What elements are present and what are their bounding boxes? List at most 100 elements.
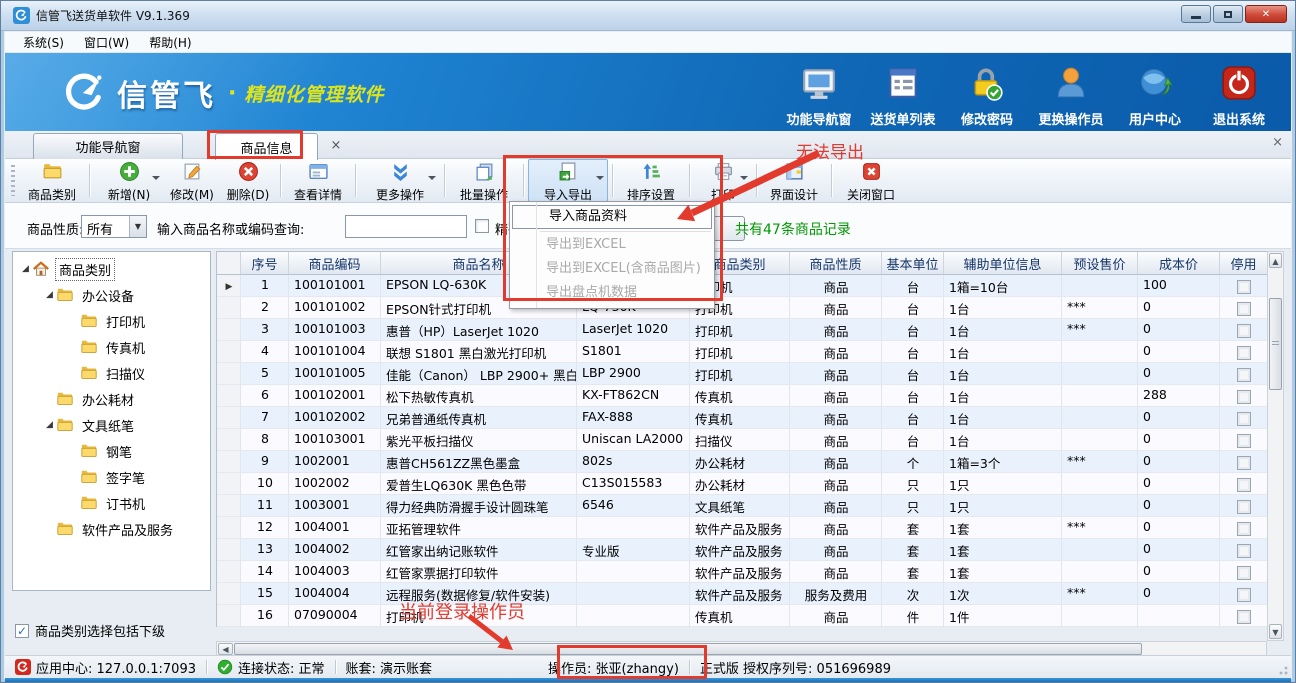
- disabled-checkbox[interactable]: [1237, 324, 1251, 338]
- table-row[interactable]: 1607090004打印机传真机商品件1件: [217, 605, 1267, 627]
- expander-icon[interactable]: ◢: [43, 420, 56, 430]
- expander-icon[interactable]: ◢: [19, 264, 32, 274]
- tree-item-pen[interactable]: 钢笔: [13, 438, 210, 464]
- restore-button[interactable]: [1213, 5, 1243, 23]
- column-header[interactable]: 辅助单位信息: [944, 252, 1062, 274]
- nav-window-button[interactable]: 功能导航窗: [777, 61, 861, 131]
- disabled-checkbox[interactable]: [1237, 412, 1251, 426]
- table-row[interactable]: 151004004远程服务(数据修复/软件安装)软件产品及服务服务及费用次1次*…: [217, 583, 1267, 605]
- close-window-button[interactable]: 关闭窗口: [836, 159, 906, 202]
- table-row[interactable]: 6100102001松下热敏传真机KX-FT862CN传真机商品台1台288: [217, 385, 1267, 407]
- table-row[interactable]: 5100101005佳能（Canon） LBP 2900+ 黑白激光打LBP 2…: [217, 363, 1267, 385]
- disabled-checkbox[interactable]: [1237, 522, 1251, 536]
- search-input[interactable]: [345, 215, 467, 238]
- table-cell: S1801: [577, 341, 690, 362]
- disabled-checkbox[interactable]: [1237, 456, 1251, 470]
- table-cell: 802s: [577, 451, 690, 472]
- table-row[interactable]: 121004001亚拓管理软件软件产品及服务商品套1套***0: [217, 517, 1267, 539]
- edit-button[interactable]: 修改(M): [164, 159, 220, 202]
- minimize-button[interactable]: [1181, 5, 1211, 23]
- row-marker: [217, 583, 241, 604]
- tree-item-fax[interactable]: 传真机: [13, 334, 210, 360]
- column-header[interactable]: 商品编码: [289, 252, 381, 274]
- table-row[interactable]: 111003001得力经典防滑握手设计圆珠笔6546文具纸笔商品只1只0: [217, 495, 1267, 517]
- delete-button[interactable]: 删除(D): [220, 159, 276, 202]
- table-row[interactable]: 2100101002EPSON针式打印机LQ-730K打印机商品台1台***0: [217, 297, 1267, 319]
- disabled-checkbox[interactable]: [1237, 280, 1251, 294]
- column-header[interactable]: 序号: [241, 252, 289, 274]
- table-row[interactable]: 8100103001紫光平板扫描仪Uniscan LA2000扫描仪商品台1台0: [217, 429, 1267, 451]
- table-row[interactable]: 101002002爱普生LQ630K 黑色色带C13S015583办公耗材商品只…: [217, 473, 1267, 495]
- tree-item-stapler[interactable]: 订书机: [13, 490, 210, 516]
- view-details-button[interactable]: 查看详情: [285, 159, 351, 202]
- table-cell: 1004001: [289, 517, 381, 538]
- scroll-down-icon[interactable]: ▼: [1269, 624, 1282, 639]
- resize-grip[interactable]: [1277, 664, 1289, 676]
- tree-item-printer[interactable]: 打印机: [13, 308, 210, 334]
- table-row[interactable]: ▶1100101001EPSON LQ-630K打印机商品台1箱=10台100: [217, 275, 1267, 297]
- table-row[interactable]: 3100101003惠普（HP）LaserJet 1020LaserJet 10…: [217, 319, 1267, 341]
- disabled-checkbox[interactable]: [1237, 566, 1251, 580]
- scroll-up-icon[interactable]: ▲: [1269, 253, 1282, 268]
- user-center-button[interactable]: 用户中心: [1113, 61, 1197, 131]
- tree-item-stationery[interactable]: ◢文具纸笔: [13, 412, 210, 438]
- table-row[interactable]: 131004002红管家出纳记账软件专业版软件产品及服务商品套1套0: [217, 539, 1267, 561]
- toolbar-grip[interactable]: [11, 165, 15, 196]
- tree-item-office-equipment[interactable]: ◢办公设备: [13, 282, 210, 308]
- chevron-down-icon[interactable]: [152, 176, 160, 180]
- disabled-checkbox[interactable]: [1237, 610, 1251, 624]
- product-category-button[interactable]: 商品类别: [19, 159, 85, 202]
- disabled-checkbox[interactable]: [1237, 434, 1251, 448]
- tree-item-sign-pen[interactable]: 签字笔: [13, 464, 210, 490]
- more-actions-button[interactable]: 更多操作: [360, 159, 440, 202]
- disabled-checkbox[interactable]: [1237, 346, 1251, 360]
- column-header[interactable]: 基本单位: [882, 252, 944, 274]
- table-row[interactable]: 7100102002兄弟普通纸传真机FAX-888传真机商品台1台0: [217, 407, 1267, 429]
- column-header[interactable]: 成本价: [1138, 252, 1220, 274]
- close-button[interactable]: ✕: [1245, 5, 1287, 23]
- table-row[interactable]: 91002001惠普CH561ZZ黑色墨盒802s办公耗材商品个1箱=3个***…: [217, 451, 1267, 473]
- disabled-checkbox[interactable]: [1237, 500, 1251, 514]
- scroll-left-icon[interactable]: ◀: [218, 643, 233, 655]
- column-header[interactable]: 商品性质: [790, 252, 882, 274]
- tree-item-software-services[interactable]: 软件产品及服务: [13, 516, 210, 542]
- column-header[interactable]: 停用: [1220, 252, 1268, 274]
- menu-system[interactable]: 系统(S): [13, 32, 74, 53]
- disabled-checkbox[interactable]: [1237, 588, 1251, 602]
- table-row[interactable]: 141004003红管家票据打印软件软件产品及服务商品套1套0: [217, 561, 1267, 583]
- table-cell: 台: [882, 297, 944, 318]
- delivery-list-button[interactable]: 送货单列表: [861, 61, 945, 131]
- nature-select[interactable]: 所有 ▼: [81, 215, 147, 238]
- disabled-checkbox[interactable]: [1237, 544, 1251, 558]
- exact-search-checkbox[interactable]: [475, 219, 489, 233]
- menu-help[interactable]: 帮助(H): [139, 32, 201, 53]
- chevron-down-icon[interactable]: [428, 176, 436, 180]
- tree-item-office-supplies[interactable]: 办公耗材: [13, 386, 210, 412]
- disabled-checkbox[interactable]: [1237, 368, 1251, 382]
- title-bar[interactable]: 信管飞送货单软件 V9.1.369 ✕: [1, 1, 1295, 31]
- tree-item-scanner[interactable]: 扫描仪: [13, 360, 210, 386]
- tab-close-icon[interactable]: ×: [327, 137, 345, 155]
- tab-nav-window[interactable]: 功能导航窗: [33, 133, 183, 159]
- menu-window[interactable]: 窗口(W): [74, 32, 139, 53]
- column-header[interactable]: 预设售价: [1062, 252, 1138, 274]
- product-table: 序号商品编码商品名称商品类别商品性质基本单位辅助单位信息预设售价成本价停用▶11…: [216, 251, 1267, 627]
- change-password-button[interactable]: 修改密码: [945, 61, 1029, 131]
- disabled-checkbox[interactable]: [1237, 478, 1251, 492]
- disabled-checkbox[interactable]: [1237, 390, 1251, 404]
- vertical-scrollbar[interactable]: ▲ ▼: [1267, 251, 1284, 641]
- expander-icon[interactable]: ◢: [43, 290, 56, 300]
- table-cell: [1138, 605, 1220, 626]
- include-sub-checkbox[interactable]: ✓: [15, 624, 29, 638]
- vertical-scroll-thumb[interactable]: [1269, 298, 1282, 390]
- chevron-down-icon[interactable]: ▼: [129, 216, 146, 237]
- exit-system-button[interactable]: 退出系统: [1197, 61, 1281, 131]
- disabled-checkbox[interactable]: [1237, 302, 1251, 316]
- switch-operator-button[interactable]: 更换操作员: [1029, 61, 1113, 131]
- table-row[interactable]: 4100101004联想 S1801 黑白激光打印机S1801打印机商品台1台0: [217, 341, 1267, 363]
- tabstrip-close-icon[interactable]: ×: [1272, 135, 1283, 150]
- table-cell: 传真机: [690, 385, 790, 406]
- tree-item-product-category-root[interactable]: ◢商品类别: [13, 256, 210, 282]
- nature-value: 所有: [87, 219, 113, 238]
- add-button[interactable]: 新增(N): [94, 159, 164, 202]
